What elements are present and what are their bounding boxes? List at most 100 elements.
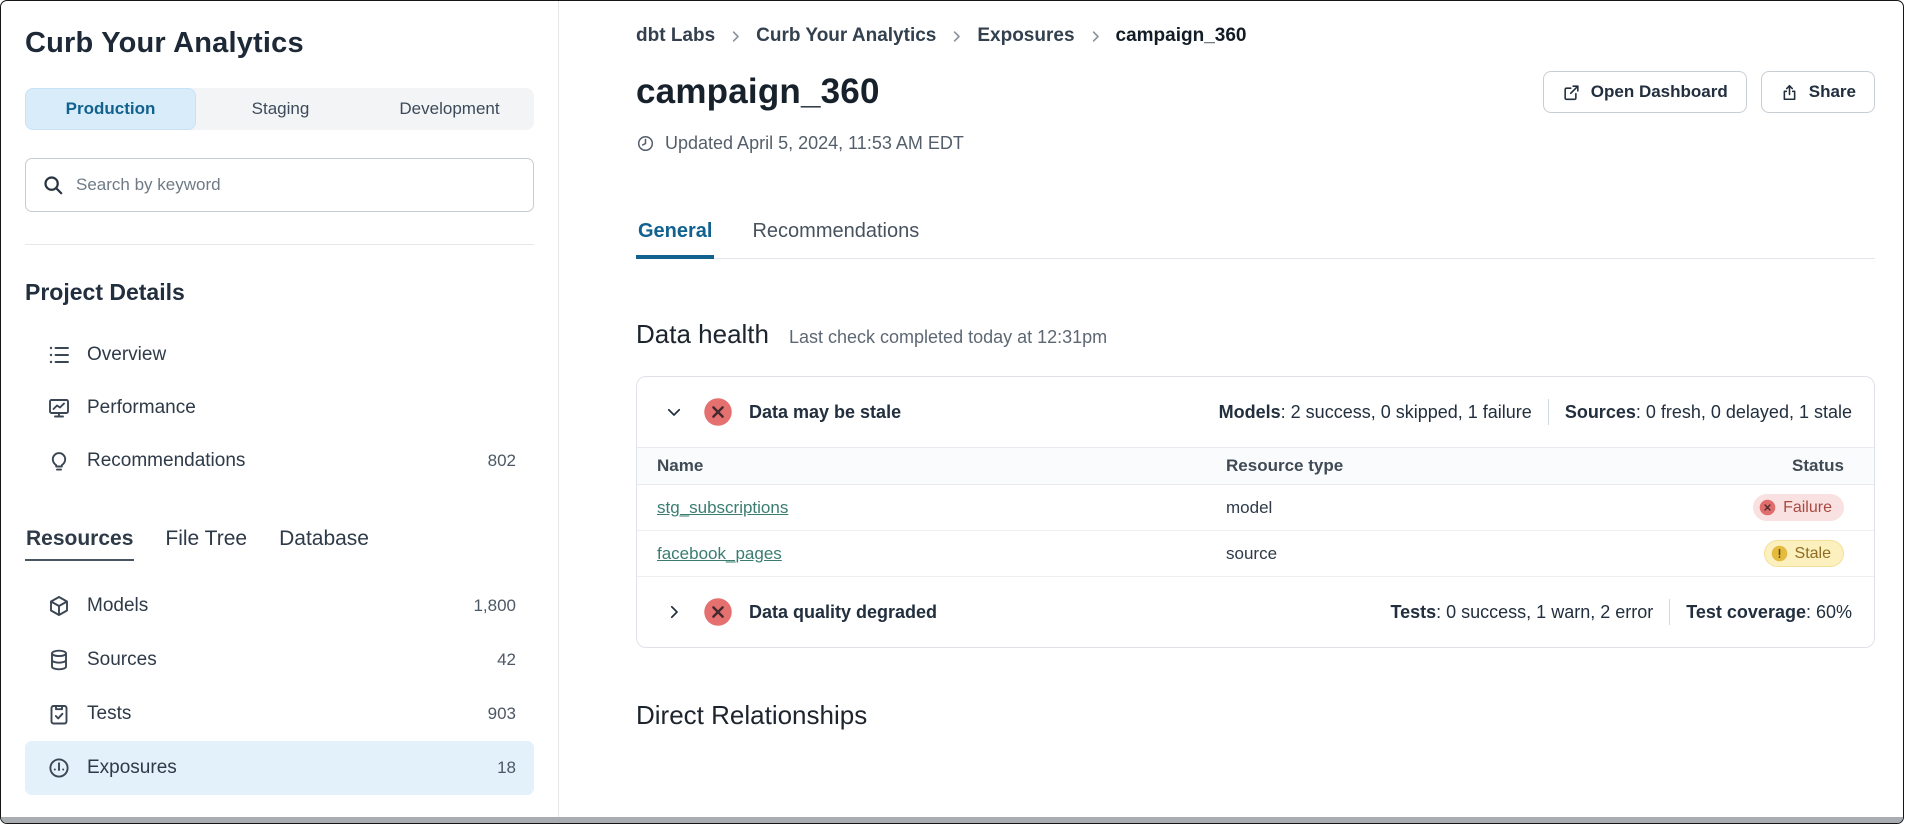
column-header-resource-type: Resource type	[1206, 456, 1664, 476]
models-stats: Models: 2 success, 0 skipped, 1 failure	[1219, 402, 1532, 423]
resource-link[interactable]: stg_subscriptions	[657, 498, 788, 517]
table-row: stg_subscriptions model Failure	[637, 485, 1874, 531]
project-details-heading: Project Details	[25, 279, 534, 306]
stats-divider	[1669, 599, 1670, 625]
list-icon	[47, 343, 71, 367]
data-health-header: Data health Last check completed today a…	[636, 319, 1875, 350]
open-dashboard-button[interactable]: Open Dashboard	[1543, 71, 1747, 113]
open-dashboard-label: Open Dashboard	[1591, 82, 1728, 102]
stale-section-title: Data may be stale	[749, 402, 901, 423]
stale-resources-table: Name Resource type Status stg_subscripti…	[637, 447, 1874, 577]
clock-icon	[636, 134, 655, 153]
item-count: 802	[488, 451, 516, 471]
stale-section-stats: Models: 2 success, 0 skipped, 1 failure …	[1219, 399, 1852, 425]
sidebar-item-label: Performance	[87, 397, 196, 419]
tab-general[interactable]: General	[636, 210, 714, 259]
column-header-status: Status	[1664, 456, 1874, 476]
app-window: Curb Your Analytics Production Staging D…	[0, 0, 1904, 824]
main-content: dbt Labs Curb Your Analytics Exposures c…	[559, 1, 1903, 823]
sidebar: Curb Your Analytics Production Staging D…	[1, 1, 559, 823]
column-header-name: Name	[637, 456, 1206, 476]
breadcrumb-project[interactable]: Curb Your Analytics	[756, 25, 936, 47]
clipboard-check-icon	[47, 702, 71, 726]
environment-switcher: Production Staging Development	[25, 88, 534, 130]
data-health-card: Data may be stale Models: 2 success, 0 s…	[636, 376, 1875, 648]
resource-type-cell: model	[1206, 498, 1664, 518]
sidebar-item-label: Recommendations	[87, 450, 245, 472]
tab-resources[interactable]: Resources	[25, 527, 134, 561]
breadcrumb: dbt Labs Curb Your Analytics Exposures c…	[636, 25, 1875, 47]
collapse-button[interactable]	[659, 397, 689, 427]
x-circle-icon	[1759, 499, 1776, 516]
status-badge-failure: Failure	[1753, 494, 1844, 521]
quality-section-row: Data quality degraded Tests: 0 success, …	[637, 577, 1874, 647]
breadcrumb-exposures[interactable]: Exposures	[977, 25, 1074, 47]
sidebar-item-overview[interactable]: Overview	[25, 328, 534, 381]
resource-link[interactable]: facebook_pages	[657, 544, 782, 563]
sidebar-item-sources[interactable]: Sources 42	[25, 633, 534, 687]
sources-stats: Sources: 0 fresh, 0 delayed, 1 stale	[1565, 402, 1852, 423]
cube-icon	[47, 594, 71, 618]
chevron-right-icon	[949, 29, 964, 44]
explorer-tabs: Resources File Tree Database	[25, 527, 534, 561]
stats-divider	[1548, 399, 1549, 425]
share-icon	[1780, 83, 1799, 102]
quality-section-stats: Tests: 0 success, 1 warn, 2 error Test c…	[1390, 599, 1852, 625]
title-row: campaign_360 Open Dashboard Share	[636, 71, 1875, 113]
tab-database[interactable]: Database	[278, 527, 370, 561]
item-count: 18	[497, 758, 516, 778]
external-link-icon	[1562, 83, 1581, 102]
database-icon	[47, 648, 71, 672]
data-health-heading: Data health	[636, 319, 769, 350]
project-title: Curb Your Analytics	[25, 27, 534, 60]
sidebar-item-label: Tests	[87, 703, 131, 725]
share-label: Share	[1809, 82, 1856, 102]
search-icon	[42, 174, 64, 196]
share-button[interactable]: Share	[1761, 71, 1875, 113]
item-count: 903	[488, 704, 516, 724]
tab-file-tree[interactable]: File Tree	[164, 527, 248, 561]
search-input[interactable]	[76, 175, 517, 195]
warning-circle-icon	[1771, 545, 1788, 562]
project-details-nav: Overview Performance Recommendations 802	[25, 328, 534, 487]
page-title: campaign_360	[636, 72, 880, 112]
lightbulb-icon	[47, 449, 71, 473]
sidebar-divider	[25, 244, 534, 245]
search-box[interactable]	[25, 158, 534, 212]
sidebar-item-recommendations[interactable]: Recommendations 802	[25, 434, 534, 487]
sidebar-item-performance[interactable]: Performance	[25, 381, 534, 434]
env-tab-development[interactable]: Development	[365, 88, 534, 130]
coverage-stats: Test coverage: 60%	[1686, 602, 1852, 623]
quality-section-title: Data quality degraded	[749, 602, 937, 623]
chevron-down-icon	[665, 403, 683, 421]
page-actions: Open Dashboard Share	[1543, 71, 1875, 113]
detail-tabs: General Recommendations	[636, 210, 1875, 259]
updated-timestamp: Updated April 5, 2024, 11:53 AM EDT	[636, 133, 1875, 154]
item-count: 42	[497, 650, 516, 670]
breadcrumb-dbt-labs[interactable]: dbt Labs	[636, 25, 715, 47]
stale-section-row: Data may be stale Models: 2 success, 0 s…	[637, 377, 1874, 447]
error-circle-icon	[703, 397, 733, 427]
sidebar-item-label: Models	[87, 595, 148, 617]
chevron-right-icon	[1088, 29, 1103, 44]
sidebar-item-tests[interactable]: Tests 903	[25, 687, 534, 741]
env-tab-production[interactable]: Production	[25, 88, 196, 130]
status-badge-stale: Stale	[1764, 540, 1844, 567]
sidebar-item-exposures[interactable]: Exposures 18	[25, 741, 534, 795]
sidebar-item-label: Exposures	[87, 757, 177, 779]
expand-button[interactable]	[659, 597, 689, 627]
tab-recommendations[interactable]: Recommendations	[750, 210, 921, 259]
last-check-text: Last check completed today at 12:31pm	[789, 327, 1107, 348]
resources-nav: Models 1,800 Sources 42 Tests 903	[25, 579, 534, 795]
env-tab-staging[interactable]: Staging	[196, 88, 365, 130]
window-bottom-edge	[1, 817, 1903, 823]
item-count: 1,800	[473, 596, 516, 616]
error-circle-icon	[703, 597, 733, 627]
performance-icon	[47, 396, 71, 420]
table-header-row: Name Resource type Status	[637, 447, 1874, 485]
resource-type-cell: source	[1206, 544, 1664, 564]
sidebar-item-models[interactable]: Models 1,800	[25, 579, 534, 633]
sidebar-item-label: Sources	[87, 649, 157, 671]
breadcrumb-current: campaign_360	[1116, 25, 1247, 47]
chevron-right-icon	[665, 603, 683, 621]
